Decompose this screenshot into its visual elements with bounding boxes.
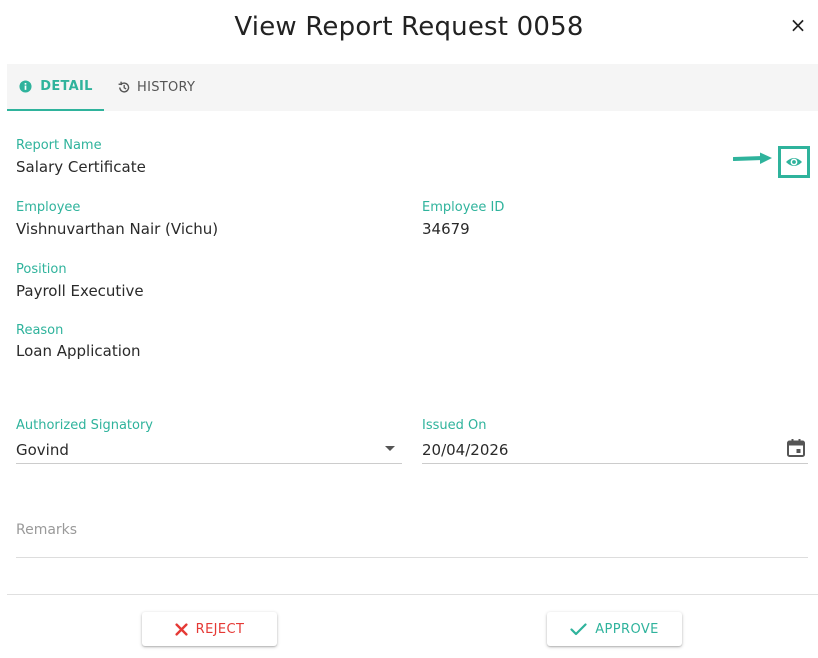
employee-value: Vishnuvarthan Nair (Vichu) xyxy=(16,220,219,238)
report-request-dialog: View Report Request 0058 × DETAIL HISTOR… xyxy=(0,0,818,658)
chevron-down-icon[interactable] xyxy=(385,446,395,451)
footer-divider xyxy=(7,594,818,595)
info-icon xyxy=(18,80,32,94)
tab-history[interactable]: HISTORY xyxy=(117,64,207,111)
tab-history-label: HISTORY xyxy=(137,80,196,95)
reason-value: Loan Application xyxy=(16,342,141,360)
calendar-icon[interactable] xyxy=(786,438,806,458)
employee-label: Employee xyxy=(16,200,81,215)
issued-on-underline xyxy=(422,463,808,464)
close-icon[interactable]: × xyxy=(788,14,808,36)
arrow-right-icon xyxy=(733,152,772,164)
authorized-signatory-underline xyxy=(16,463,402,464)
dialog-title: View Report Request 0058 xyxy=(234,12,584,42)
tab-bar: DETAIL HISTORY xyxy=(7,64,818,111)
eye-icon xyxy=(786,158,802,166)
tab-detail[interactable]: DETAIL xyxy=(7,64,104,111)
approve-label: APPROVE xyxy=(595,621,659,637)
authorized-signatory-select[interactable]: Govind xyxy=(16,441,376,459)
history-icon xyxy=(117,81,131,95)
position-value: Payroll Executive xyxy=(16,282,144,300)
tab-detail-label: DETAIL xyxy=(40,79,93,94)
authorized-signatory-label: Authorized Signatory xyxy=(16,418,153,433)
report-name-value: Salary Certificate xyxy=(16,158,146,176)
report-name-label: Report Name xyxy=(16,138,102,153)
remarks-field[interactable]: Remarks xyxy=(16,522,77,538)
employee-id-label: Employee ID xyxy=(422,200,505,215)
close-icon xyxy=(175,622,188,636)
view-report-button[interactable] xyxy=(778,146,810,178)
view-report-control xyxy=(733,146,810,178)
reject-button[interactable]: REJECT xyxy=(142,612,277,646)
reason-label: Reason xyxy=(16,323,64,338)
issued-on-label: Issued On xyxy=(422,418,487,433)
position-label: Position xyxy=(16,262,67,277)
check-icon xyxy=(570,622,587,636)
approve-button[interactable]: APPROVE xyxy=(547,612,682,646)
remarks-underline xyxy=(16,557,808,558)
reject-label: REJECT xyxy=(195,621,245,637)
employee-id-value: 34679 xyxy=(422,220,470,238)
issued-on-field[interactable]: 20/04/2026 xyxy=(422,441,772,459)
